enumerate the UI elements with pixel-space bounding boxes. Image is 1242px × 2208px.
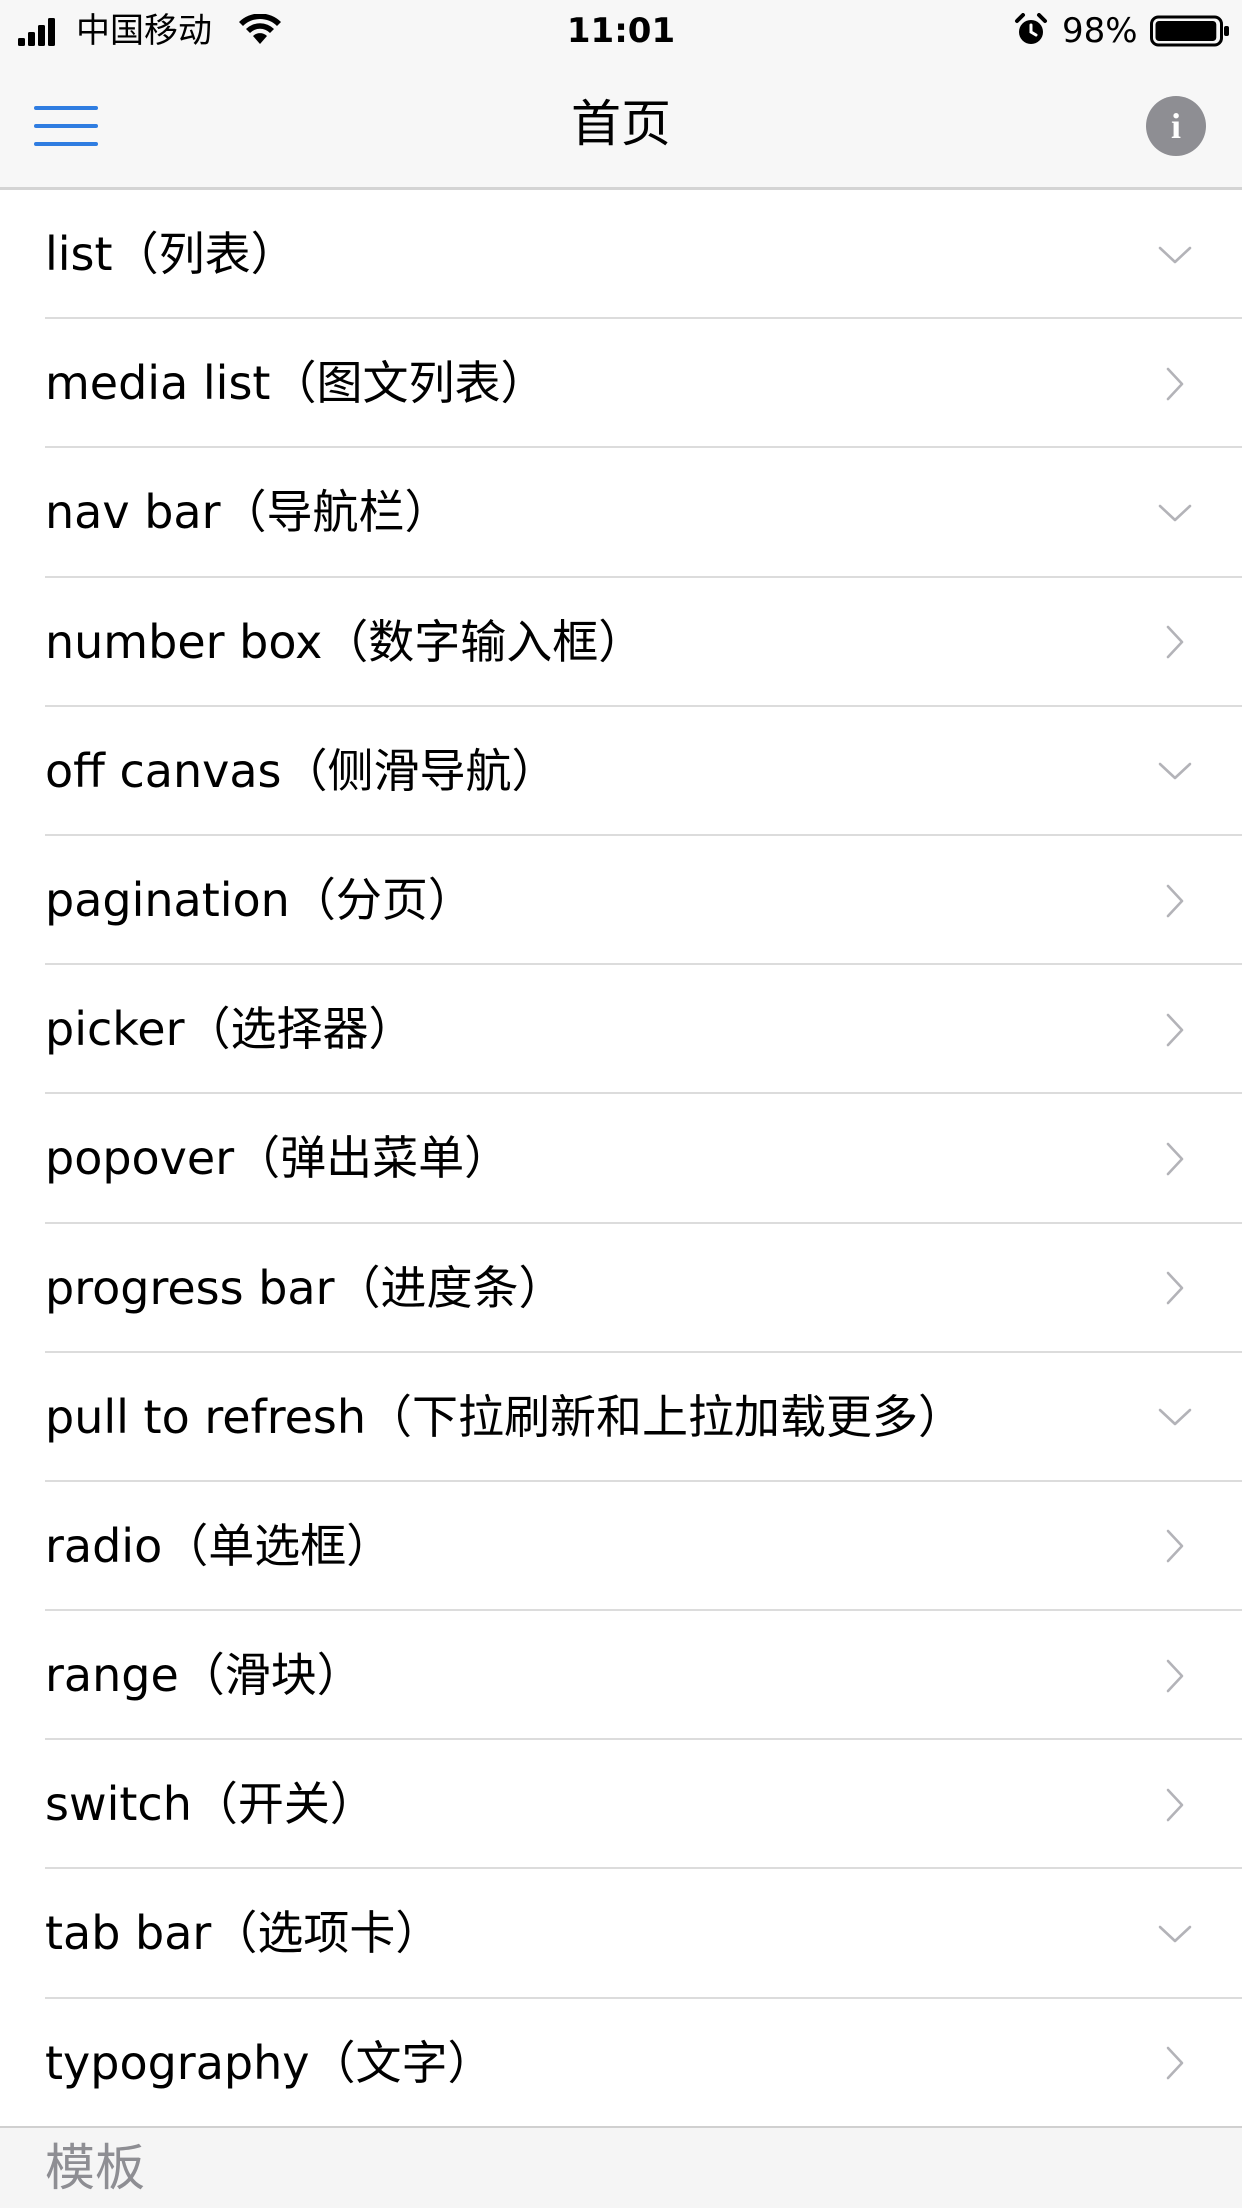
list-item[interactable]: switch（开关）	[0, 1740, 1242, 1870]
status-bar: 中国移动 11:01 98%	[0, 0, 1242, 62]
list-item[interactable]: picker（选择器）	[0, 965, 1242, 1095]
battery-percent: 98%	[1062, 11, 1138, 51]
list-item[interactable]: number box（数字输入框）	[0, 578, 1242, 707]
list-item[interactable]: pagination（分页）	[0, 836, 1242, 966]
info-icon[interactable]: i	[1146, 96, 1206, 156]
list-item[interactable]: radio（单选框）	[0, 1482, 1242, 1612]
list-item[interactable]: progress bar（进度条）	[0, 1224, 1242, 1353]
list-item-label: typography（文字）	[45, 2035, 494, 2090]
chevron-right-icon	[1166, 884, 1184, 917]
chevron-right-icon	[1166, 1788, 1184, 1822]
list-item-label: pagination（分页）	[45, 872, 474, 927]
list-item[interactable]: media list（图文列表）	[0, 319, 1242, 449]
list-item-label: progress bar（进度条）	[45, 1260, 565, 1315]
list-item[interactable]: off canvas（侧滑导航）	[0, 707, 1242, 837]
chevron-right-icon	[1166, 1659, 1184, 1692]
chevron-right-icon	[1166, 1142, 1184, 1176]
list-item-label: list（列表）	[45, 227, 297, 281]
list-item-label: nav bar（导航栏）	[45, 485, 451, 540]
list-item[interactable]: list（列表）	[0, 190, 1242, 320]
battery-icon	[1150, 15, 1229, 47]
chevron-right-icon	[1166, 1271, 1184, 1305]
list-item[interactable]: typography（文字）	[0, 1999, 1242, 2129]
component-list: list（列表） media list（图文列表） nav bar（导航栏） numb…	[0, 190, 1242, 2129]
chevron-right-icon	[1166, 367, 1184, 401]
list-item-label: number box（数字输入框）	[45, 614, 645, 669]
nav-bar: 首页 i	[0, 62, 1242, 190]
chevron-down-icon	[1158, 1925, 1192, 1943]
section-title-templates: 模板	[45, 2139, 145, 2197]
page-title: 首页	[571, 95, 671, 153]
chevron-right-icon	[1166, 625, 1184, 659]
list-item-label: tab bar（选项卡）	[45, 1906, 442, 1961]
list-item-label: pull to refresh（下拉刷新和上拉加载更多）	[45, 1389, 965, 1444]
section-header: 模板	[0, 2128, 1242, 2208]
list-item-label: range（滑块）	[45, 1648, 363, 1703]
list-item-label: picker（选择器）	[45, 1002, 415, 1057]
chevron-down-icon	[1158, 1408, 1192, 1426]
list-item-label: media list（图文列表）	[45, 356, 547, 411]
list-item[interactable]: nav bar（导航栏）	[0, 448, 1242, 578]
list-item[interactable]: pull to refresh（下拉刷新和上拉加载更多）	[0, 1353, 1242, 1483]
list-item[interactable]: tab bar（选项卡）	[0, 1869, 1242, 1999]
list-item[interactable]: popover（弹出菜单）	[0, 1094, 1242, 1224]
chevron-down-icon	[1158, 246, 1192, 263]
status-time: 11:01	[566, 11, 676, 51]
list-item-label: radio（单选框）	[45, 1518, 393, 1573]
chevron-right-icon	[1166, 1013, 1184, 1047]
list-item-label: switch（开关）	[45, 1777, 376, 1832]
list-item-label: popover（弹出菜单）	[45, 1131, 511, 1186]
list-item[interactable]: range（滑块）	[0, 1611, 1242, 1741]
chevron-right-icon	[1166, 2046, 1184, 2080]
chevron-right-icon	[1166, 1530, 1184, 1563]
chevron-down-icon	[1158, 763, 1192, 780]
alarm-icon	[1015, 13, 1047, 44]
list-item-label: off canvas（侧滑导航）	[45, 743, 558, 798]
chevron-down-icon	[1158, 504, 1192, 522]
